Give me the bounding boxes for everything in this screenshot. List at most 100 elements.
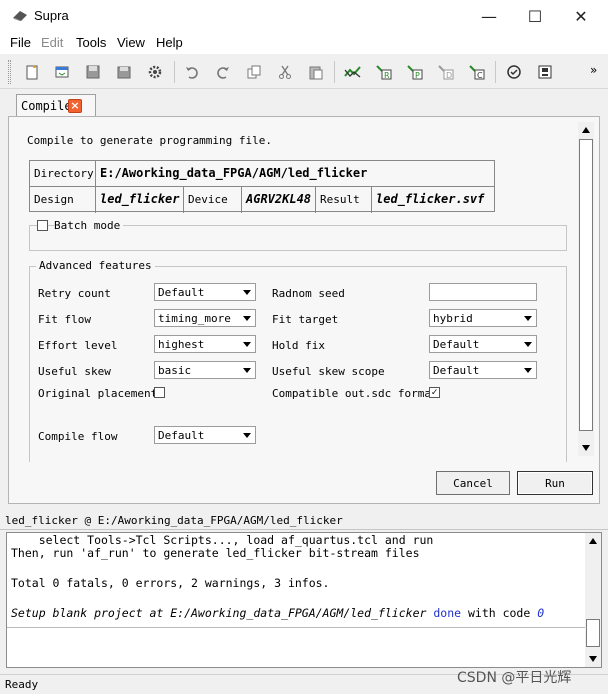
open-project-icon[interactable] <box>52 62 72 82</box>
undo-icon[interactable] <box>182 62 202 82</box>
fit-flow-select[interactable]: timing_more <box>154 309 256 327</box>
console-scrollbar[interactable] <box>585 533 601 667</box>
chevron-down-icon <box>240 337 254 351</box>
menu-help[interactable]: Help <box>156 35 183 50</box>
window-title: Supra <box>34 8 69 23</box>
new-file-icon[interactable] <box>22 62 42 82</box>
app-logo-icon <box>13 11 27 21</box>
chevron-down-icon <box>240 285 254 299</box>
compatible-sdc-checkbox[interactable]: ✓ <box>429 387 440 398</box>
close-tab-icon[interactable]: × <box>68 99 82 113</box>
save-icon[interactable] <box>83 62 103 82</box>
redo-icon[interactable] <box>213 62 233 82</box>
batch-mode-label: Batch mode <box>54 219 124 232</box>
fit-flow-value: timing_more <box>158 312 231 325</box>
tab-compile-label: Compile <box>21 99 72 113</box>
menu-edit[interactable]: Edit <box>41 35 63 50</box>
project-info-table: Directory E:/Aworking_data_FPGA/AGM/led_… <box>29 160 495 213</box>
design-label: Design <box>30 187 96 213</box>
console-line: Then, run 'af_run' to generate led_flick… <box>11 546 420 560</box>
close-window-button[interactable]: ✕ <box>558 0 604 32</box>
compile-form: Compile to generate programming file. Di… <box>21 122 577 462</box>
panel-scrollbar[interactable] <box>578 122 594 456</box>
random-seed-input[interactable] <box>429 283 537 301</box>
run-c-icon[interactable]: C <box>467 62 487 82</box>
save-as-icon[interactable] <box>114 62 134 82</box>
scroll-up-arrow-icon[interactable] <box>585 533 601 549</box>
menu-view[interactable]: View <box>117 35 145 50</box>
run-button[interactable]: Run <box>517 471 593 495</box>
scroll-up-arrow-icon[interactable] <box>578 122 594 138</box>
svg-text:D: D <box>446 71 452 80</box>
fit-flow-label: Fit flow <box>38 313 91 326</box>
useful-skew-label: Useful skew <box>38 365 111 378</box>
setup-mid-text: with code <box>461 606 538 620</box>
scroll-thumb[interactable] <box>586 619 600 647</box>
toolbar-grip[interactable] <box>8 60 11 84</box>
design-value: led_flicker <box>96 187 184 213</box>
setup-prefix-text: Setup blank project at E:/Aworking_data_… <box>11 606 434 620</box>
menu-file[interactable]: File <box>10 35 31 50</box>
toolbar: R P D C » <box>0 55 608 89</box>
maximize-button[interactable]: ☐ <box>512 0 558 32</box>
chevron-down-icon <box>240 363 254 377</box>
useful-skew-scope-select[interactable]: Default <box>429 361 537 379</box>
check-icon[interactable] <box>504 62 524 82</box>
useful-skew-value: basic <box>158 364 192 377</box>
fit-target-label: Fit target <box>272 313 339 326</box>
device-value: AGRV2KL48 <box>242 187 316 213</box>
compile-panel: Compile to generate programming file. Di… <box>8 116 600 504</box>
tab-compile[interactable]: Compile × <box>16 94 96 116</box>
console-title: led_flicker @ E:/Aworking_data_FPGA/AGM/… <box>0 512 608 530</box>
effort-level-select[interactable]: highest <box>154 335 256 353</box>
effort-level-value: highest <box>158 338 205 351</box>
random-seed-label: Radnom seed <box>272 287 345 300</box>
console-line: select Tools->Tcl Scripts..., load af_qu… <box>11 533 434 547</box>
retry-count-select[interactable]: Default <box>154 283 256 301</box>
cut-icon[interactable] <box>275 62 295 82</box>
scroll-down-arrow-icon[interactable] <box>578 440 594 456</box>
chevron-down-icon <box>240 428 254 442</box>
compile-intro-text: Compile to generate programming file. <box>27 134 273 147</box>
chevron-down-icon <box>521 337 535 351</box>
compile-flow-select[interactable]: Default <box>154 426 256 444</box>
fit-target-select[interactable]: hybrid <box>429 309 537 327</box>
scroll-thumb[interactable] <box>579 139 593 431</box>
fit-target-value: hybrid <box>433 312 473 325</box>
hold-fix-select[interactable]: Default <box>429 335 537 353</box>
chevron-down-icon <box>521 311 535 325</box>
svg-text:C: C <box>477 71 483 80</box>
cancel-button[interactable]: Cancel <box>436 471 510 495</box>
menu-bar: File Edit Tools View Help <box>0 32 608 54</box>
chevron-down-icon <box>521 363 535 377</box>
useful-skew-scope-label: Useful skew scope <box>272 365 385 378</box>
useful-skew-scope-value: Default <box>433 364 480 377</box>
run-p-icon[interactable]: P <box>405 62 425 82</box>
effort-level-label: Effort level <box>38 339 118 352</box>
console-output[interactable]: select Tools->Tcl Scripts..., load af_qu… <box>6 532 602 668</box>
copy-icon[interactable] <box>244 62 264 82</box>
directory-label: Directory <box>30 161 96 187</box>
report-icon[interactable] <box>535 62 555 82</box>
useful-skew-select[interactable]: basic <box>154 361 256 379</box>
result-label: Result <box>316 187 372 213</box>
scroll-down-arrow-icon[interactable] <box>585 651 601 667</box>
hold-fix-label: Hold fix <box>272 339 325 352</box>
console-setup-line: Setup blank project at E:/Aworking_data_… <box>11 606 544 620</box>
original-placement-checkbox[interactable] <box>154 387 165 398</box>
paste-icon[interactable] <box>306 62 326 82</box>
run-d-icon[interactable]: D <box>436 62 456 82</box>
directory-value: E:/Aworking_data_FPGA/AGM/led_flicker <box>96 161 494 187</box>
minimize-button[interactable]: — <box>466 0 512 32</box>
batch-mode-checkbox[interactable] <box>37 220 48 231</box>
chevron-down-icon <box>240 311 254 325</box>
compile-flow-icon[interactable] <box>343 62 363 82</box>
toolbar-overflow-button[interactable]: » <box>590 63 597 77</box>
run-r-icon[interactable]: R <box>374 62 394 82</box>
menu-tools[interactable]: Tools <box>76 35 106 50</box>
compile-flow-label: Compile flow <box>38 430 118 443</box>
device-label: Device <box>184 187 242 213</box>
retry-count-label: Retry count <box>38 287 111 300</box>
advanced-features-title: Advanced features <box>36 259 155 272</box>
settings-icon[interactable] <box>145 62 165 82</box>
